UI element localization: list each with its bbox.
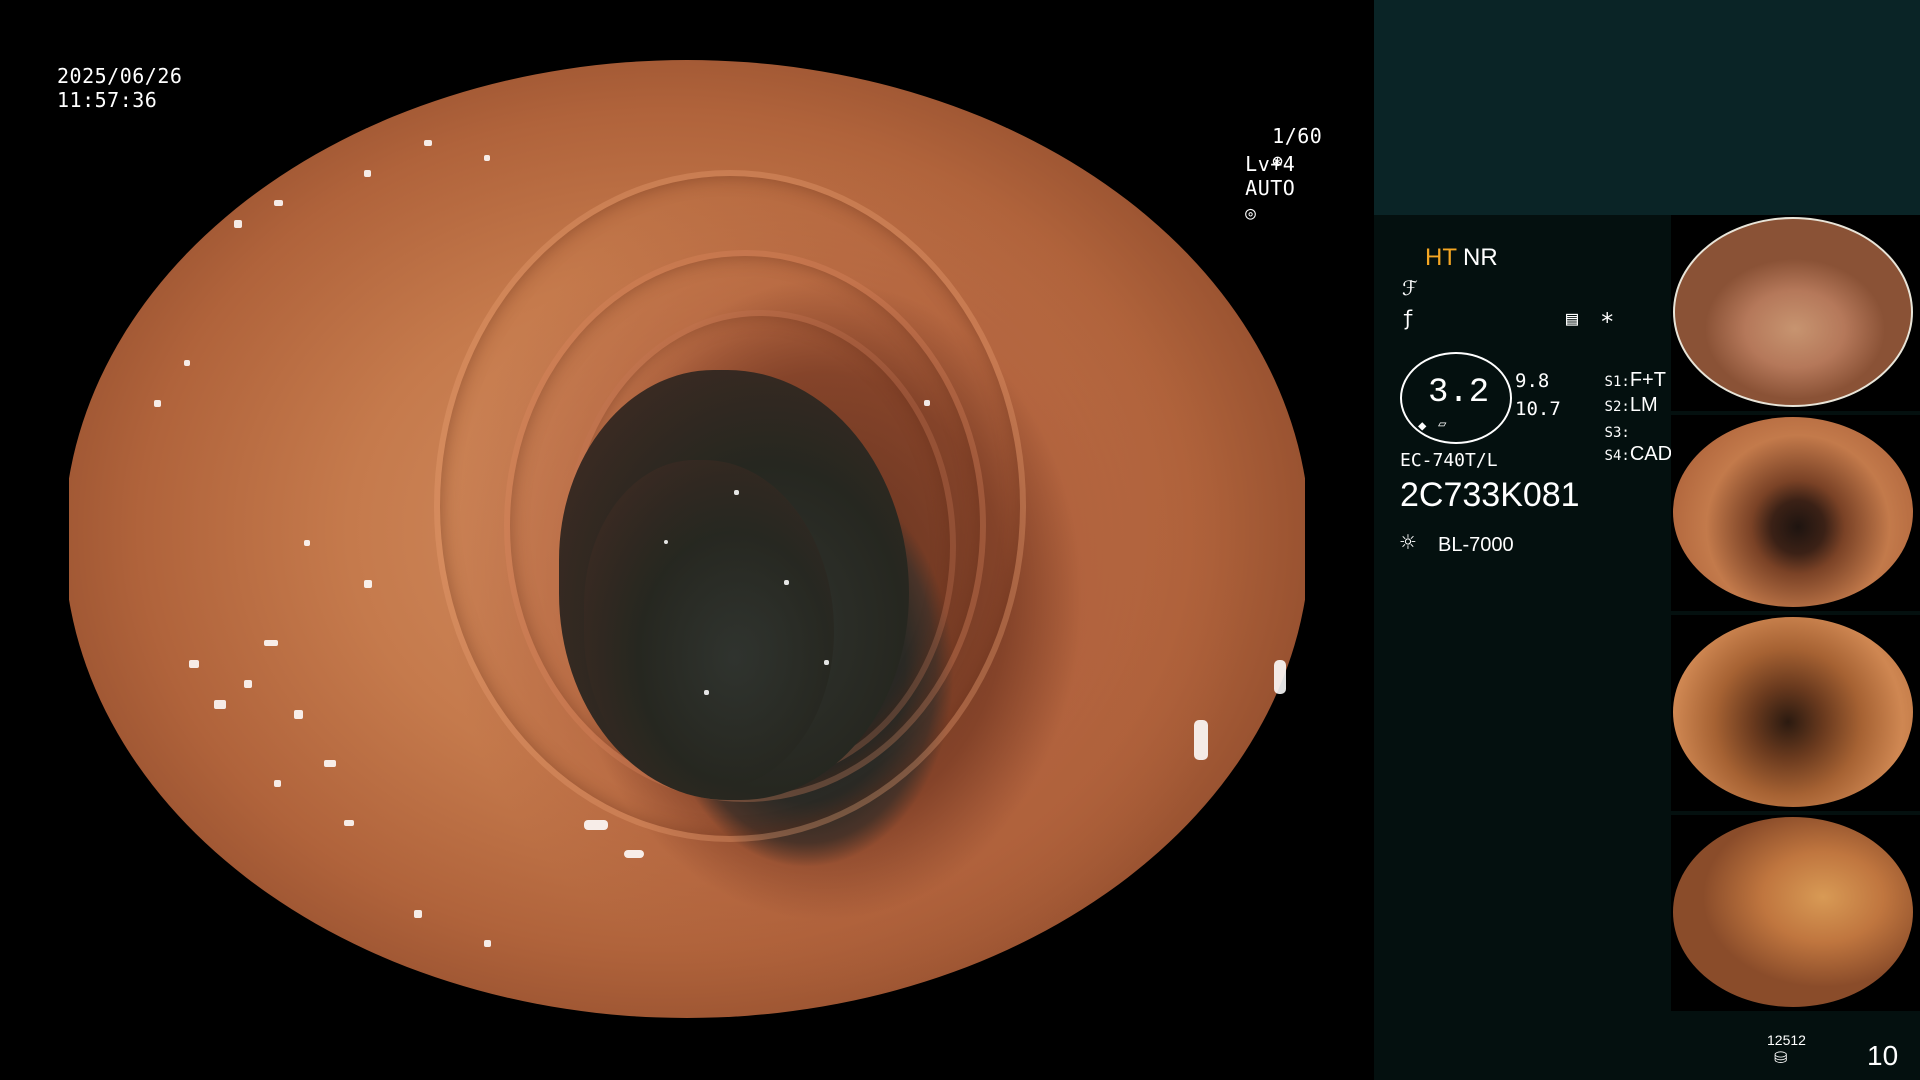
switch-value: CAD [1629, 443, 1673, 465]
frame-mask-bottom [0, 1018, 1374, 1080]
thumbnail-image [1673, 817, 1913, 1007]
contrast-icon: ƒ [1402, 306, 1415, 330]
brush-icon: ◆ [1418, 418, 1427, 434]
date-display: 2025/06/26 [57, 64, 183, 88]
specular-highlight [484, 155, 490, 161]
capture-count: 10 [1867, 1040, 1899, 1071]
specular-highlight [274, 200, 283, 206]
settings-list-icon: ▤ [1566, 306, 1579, 330]
panel-header-area [1374, 0, 1920, 215]
endoscopic-image [69, 60, 1305, 1018]
frame-mask-top [0, 0, 1374, 60]
thumbnail-3[interactable] [1671, 615, 1920, 811]
specular-highlight [324, 760, 336, 767]
scope-model: EC-740T/L [1400, 450, 1498, 471]
specular-highlight [154, 400, 161, 407]
light-source-model: BL-7000 [1438, 534, 1514, 556]
auto-iris-icon: ◎ [1245, 203, 1257, 224]
thumbnail-image [1673, 617, 1913, 807]
specular-highlight [294, 710, 303, 719]
specular-highlight [184, 360, 190, 366]
specular-highlight [244, 680, 252, 688]
asterisk-mark: * [1600, 308, 1615, 336]
frame-icon: ▱ [1438, 416, 1447, 432]
specular-highlight [1274, 660, 1286, 694]
specular-highlight [824, 660, 829, 665]
endoscope-view: 2025/06/26 11:57:36 1/60 ⊛ Lv+4 AUTO ◎ [0, 0, 1374, 1080]
switch-value: LM [1629, 394, 1658, 416]
specular-highlight [214, 700, 226, 709]
scope-serial: 2C733K081 [1400, 476, 1580, 514]
thumbnail-image [1673, 417, 1913, 607]
thumbnail-image [1673, 217, 1913, 407]
zoom-value: 3.2 [1428, 374, 1490, 412]
specular-highlight [784, 580, 789, 585]
specular-highlight [924, 400, 930, 406]
specular-highlight [584, 820, 608, 830]
enhancement-icon: ℱ [1402, 276, 1418, 300]
specular-highlight [234, 220, 242, 228]
specular-highlight [364, 170, 371, 177]
specular-highlight [274, 780, 281, 787]
time-display: 11:57:36 [57, 88, 158, 112]
specular-highlight [664, 540, 668, 544]
image-counter: 12512 [1767, 1032, 1806, 1048]
value-top: 9.8 [1515, 370, 1550, 392]
specular-highlight [189, 660, 199, 668]
level-value: Lv+4 [1245, 152, 1296, 176]
specular-highlight [414, 910, 422, 918]
zoom-indicator: 3.2 ◆ ▱ [1400, 352, 1512, 444]
thumbnail-2[interactable] [1671, 415, 1920, 611]
specular-highlight [624, 850, 644, 858]
specular-highlight [734, 490, 739, 495]
storage-icon: ⛁ [1774, 1048, 1788, 1067]
specular-highlight [1194, 720, 1208, 760]
specular-highlight [704, 690, 709, 695]
ht-label: HT [1425, 244, 1457, 271]
exposure-display: Lv+4 AUTO ◎ [1195, 128, 1295, 250]
captured-thumbnails [1671, 215, 1920, 1015]
specular-highlight [264, 640, 278, 646]
thumbnail-4[interactable] [1671, 815, 1920, 1011]
switch-label: S4: [1604, 448, 1630, 464]
specular-highlight [484, 940, 491, 947]
mode-value: AUTO [1245, 176, 1296, 200]
specular-highlight [344, 820, 354, 826]
switch-s4: S4:CAD [1566, 424, 1673, 485]
specular-highlight [304, 540, 310, 546]
specular-highlight [364, 580, 372, 588]
specular-highlight [424, 140, 432, 146]
nr-label: NR [1463, 244, 1498, 271]
thumbnail-1[interactable] [1671, 215, 1920, 411]
light-source-icon: ☼ [1400, 528, 1416, 558]
value-bottom: 10.7 [1515, 398, 1561, 420]
